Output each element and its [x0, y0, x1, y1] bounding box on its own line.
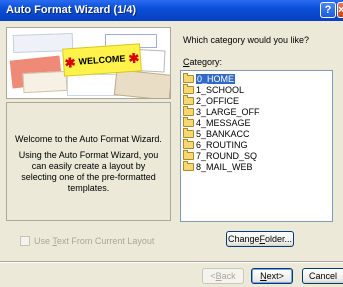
banner-card-graphic	[113, 69, 170, 98]
window-title: Auto Format Wizard (1/4)	[6, 4, 137, 16]
category-item[interactable]: 8_MAIL_WEB	[183, 160, 253, 172]
back-button[interactable]: < Back	[202, 268, 244, 284]
welcome-banner-image: ✱ WELCOME ✱	[6, 27, 171, 99]
banner-card-graphic	[22, 70, 68, 94]
category-label: Category:	[183, 57, 223, 67]
change-folder-button[interactable]: Change Folder...	[226, 231, 294, 247]
star-icon: ✱	[64, 54, 77, 71]
banner-card-graphic	[67, 74, 119, 96]
close-icon: ×	[338, 4, 343, 16]
folder-icon	[183, 72, 194, 83]
auto-format-wizard-window: Auto Format Wizard (1/4) ? × ✱ WELCOME ✱…	[0, 0, 343, 287]
cancel-button[interactable]: Cancel	[302, 268, 343, 284]
use-text-checkbox[interactable]	[20, 236, 30, 246]
category-listbox[interactable]: 0_HOME 1_SCHOOL 2_OFFICE 3_LARGE_OFF 4_M…	[180, 70, 333, 222]
close-button[interactable]: ×	[337, 2, 343, 18]
folder-icon	[183, 149, 194, 160]
folder-icon	[183, 83, 194, 94]
use-text-option[interactable]: Use Text From Current Layout	[20, 236, 154, 246]
folder-icon	[183, 127, 194, 138]
folder-icon	[183, 138, 194, 149]
welcome-heading-text: Welcome to the Auto Format Wizard.	[15, 134, 162, 144]
welcome-text: WELCOME	[78, 53, 126, 67]
category-item[interactable]: 0_HOME	[183, 72, 236, 84]
folder-icon	[183, 105, 194, 116]
category-item[interactable]: 2_OFFICE	[183, 94, 239, 106]
category-item[interactable]: 5_BANKACC	[183, 127, 250, 139]
folder-icon	[183, 160, 194, 171]
button-separator	[0, 261, 343, 263]
title-bar[interactable]: Auto Format Wizard (1/4) ? ×	[0, 0, 343, 21]
category-item[interactable]: 6_ROUTING	[183, 138, 248, 150]
welcome-description-text: Using the Auto Format Wizard, you can ea…	[18, 150, 159, 193]
welcome-card-graphic: ✱ WELCOME ✱	[62, 43, 142, 77]
category-item[interactable]: 7_ROUND_SQ	[183, 149, 257, 161]
category-question: Which category would you like?	[183, 35, 310, 45]
folder-icon	[183, 94, 194, 105]
welcome-info-panel: Welcome to the Auto Format Wizard. Using…	[6, 102, 171, 221]
category-item[interactable]: 1_SCHOOL	[183, 83, 244, 95]
star-icon: ✱	[127, 49, 140, 66]
category-item[interactable]: 4_MESSAGE	[183, 116, 251, 128]
help-button[interactable]: ?	[320, 2, 336, 18]
next-button[interactable]: Next>	[251, 268, 293, 284]
folder-icon	[183, 116, 194, 127]
use-text-label: Use Text From Current Layout	[34, 236, 155, 246]
category-item[interactable]: 3_LARGE_OFF	[183, 105, 260, 117]
